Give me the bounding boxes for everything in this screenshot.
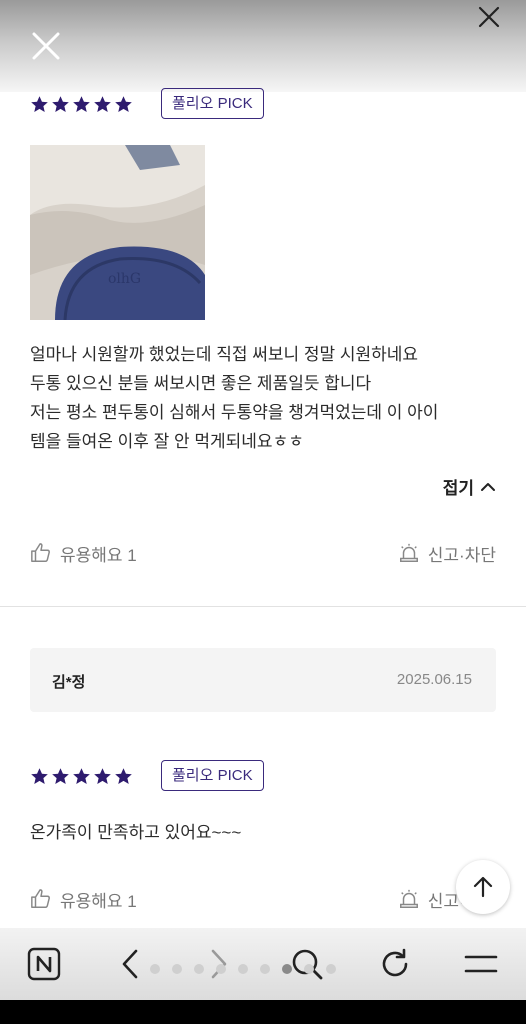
close-viewer-icon[interactable] bbox=[32, 32, 60, 60]
star-icon bbox=[51, 95, 70, 114]
review-header: 풀리오 PICK bbox=[30, 760, 496, 794]
collapse-button[interactable]: 접기 bbox=[443, 474, 496, 499]
page-dot bbox=[172, 964, 182, 974]
helpful-label: 유용해요 1 bbox=[60, 545, 137, 565]
review-line: 얼마나 시원할까 했었는데 직접 써보니 정말 시원하네요 bbox=[30, 345, 419, 364]
review-line: 템을 들여온 이후 잘 안 먹게되네요ㅎㅎ bbox=[30, 432, 304, 451]
helpful-button[interactable]: 유용해요 1 bbox=[30, 887, 137, 912]
naver-home-icon[interactable] bbox=[27, 947, 61, 986]
star-icon bbox=[51, 767, 70, 786]
helpful-label: 유용해요 1 bbox=[60, 891, 137, 911]
page-dot bbox=[216, 964, 226, 974]
pick-badge: 풀리오 PICK bbox=[161, 88, 264, 119]
thumbs-up-icon bbox=[31, 889, 50, 908]
review-line: 두통 있으신 분들 써보시면 좋은 제품일듯 합니다 bbox=[30, 374, 372, 393]
page-dot bbox=[304, 964, 314, 974]
page-dot bbox=[150, 964, 160, 974]
review-date: 2025.06.15 bbox=[396, 671, 472, 688]
thumbs-up-icon bbox=[31, 543, 50, 562]
chevron-up-icon bbox=[481, 482, 495, 491]
menu-icon[interactable] bbox=[464, 954, 498, 979]
system-nav-bar bbox=[0, 1000, 526, 1024]
collapse-label: 접기 bbox=[442, 479, 474, 498]
review-actions: 유용해요 1 신고·차단 bbox=[30, 540, 496, 566]
review-divider bbox=[0, 606, 526, 607]
report-label: 신고·차단 bbox=[427, 545, 496, 565]
page-dot bbox=[260, 964, 270, 974]
alarm-siren-icon bbox=[399, 543, 418, 562]
star-rating bbox=[30, 767, 133, 786]
star-icon bbox=[114, 767, 133, 786]
svg-text:olhG: olhG bbox=[108, 271, 141, 287]
scroll-to-top-button[interactable] bbox=[456, 860, 510, 914]
review-body: 온가족이 만족하고 있어요~~~ bbox=[30, 823, 242, 842]
refresh-icon[interactable] bbox=[378, 947, 412, 986]
page-dot bbox=[326, 964, 336, 974]
alarm-siren-icon bbox=[399, 889, 418, 908]
review-header: 풀리오 PICK bbox=[30, 88, 496, 122]
reviewer-info: 김*정 2025.06.15 bbox=[30, 648, 496, 712]
close-icon[interactable] bbox=[478, 6, 500, 28]
star-icon bbox=[93, 767, 112, 786]
star-icon bbox=[93, 95, 112, 114]
page-dot bbox=[194, 964, 204, 974]
top-overlay bbox=[0, 0, 526, 92]
star-icon bbox=[72, 767, 91, 786]
star-icon bbox=[114, 95, 133, 114]
review-photo[interactable]: olhG bbox=[30, 145, 205, 320]
review-actions: 유용해요 1 신고·차단 bbox=[30, 886, 496, 912]
reviewer-name: 김*정 bbox=[52, 674, 86, 691]
star-icon bbox=[30, 95, 49, 114]
star-rating bbox=[30, 95, 133, 114]
star-icon bbox=[72, 95, 91, 114]
arrow-up-icon bbox=[473, 876, 493, 898]
page-dot bbox=[238, 964, 248, 974]
star-icon bbox=[30, 767, 49, 786]
review-body: 얼마나 시원할까 했었는데 직접 써보니 정말 시원하네요 두통 있으신 분들 … bbox=[30, 340, 500, 456]
report-block-button[interactable]: 신고·차단 bbox=[398, 541, 496, 566]
page-dot bbox=[282, 964, 292, 974]
review-line: 저는 평소 편두통이 심해서 두통약을 챙겨먹었는데 이 아이 bbox=[30, 403, 439, 422]
page-indicator bbox=[150, 964, 336, 974]
helpful-button[interactable]: 유용해요 1 bbox=[30, 541, 137, 566]
pick-badge: 풀리오 PICK bbox=[161, 760, 264, 791]
back-arrow-icon[interactable] bbox=[118, 947, 142, 986]
